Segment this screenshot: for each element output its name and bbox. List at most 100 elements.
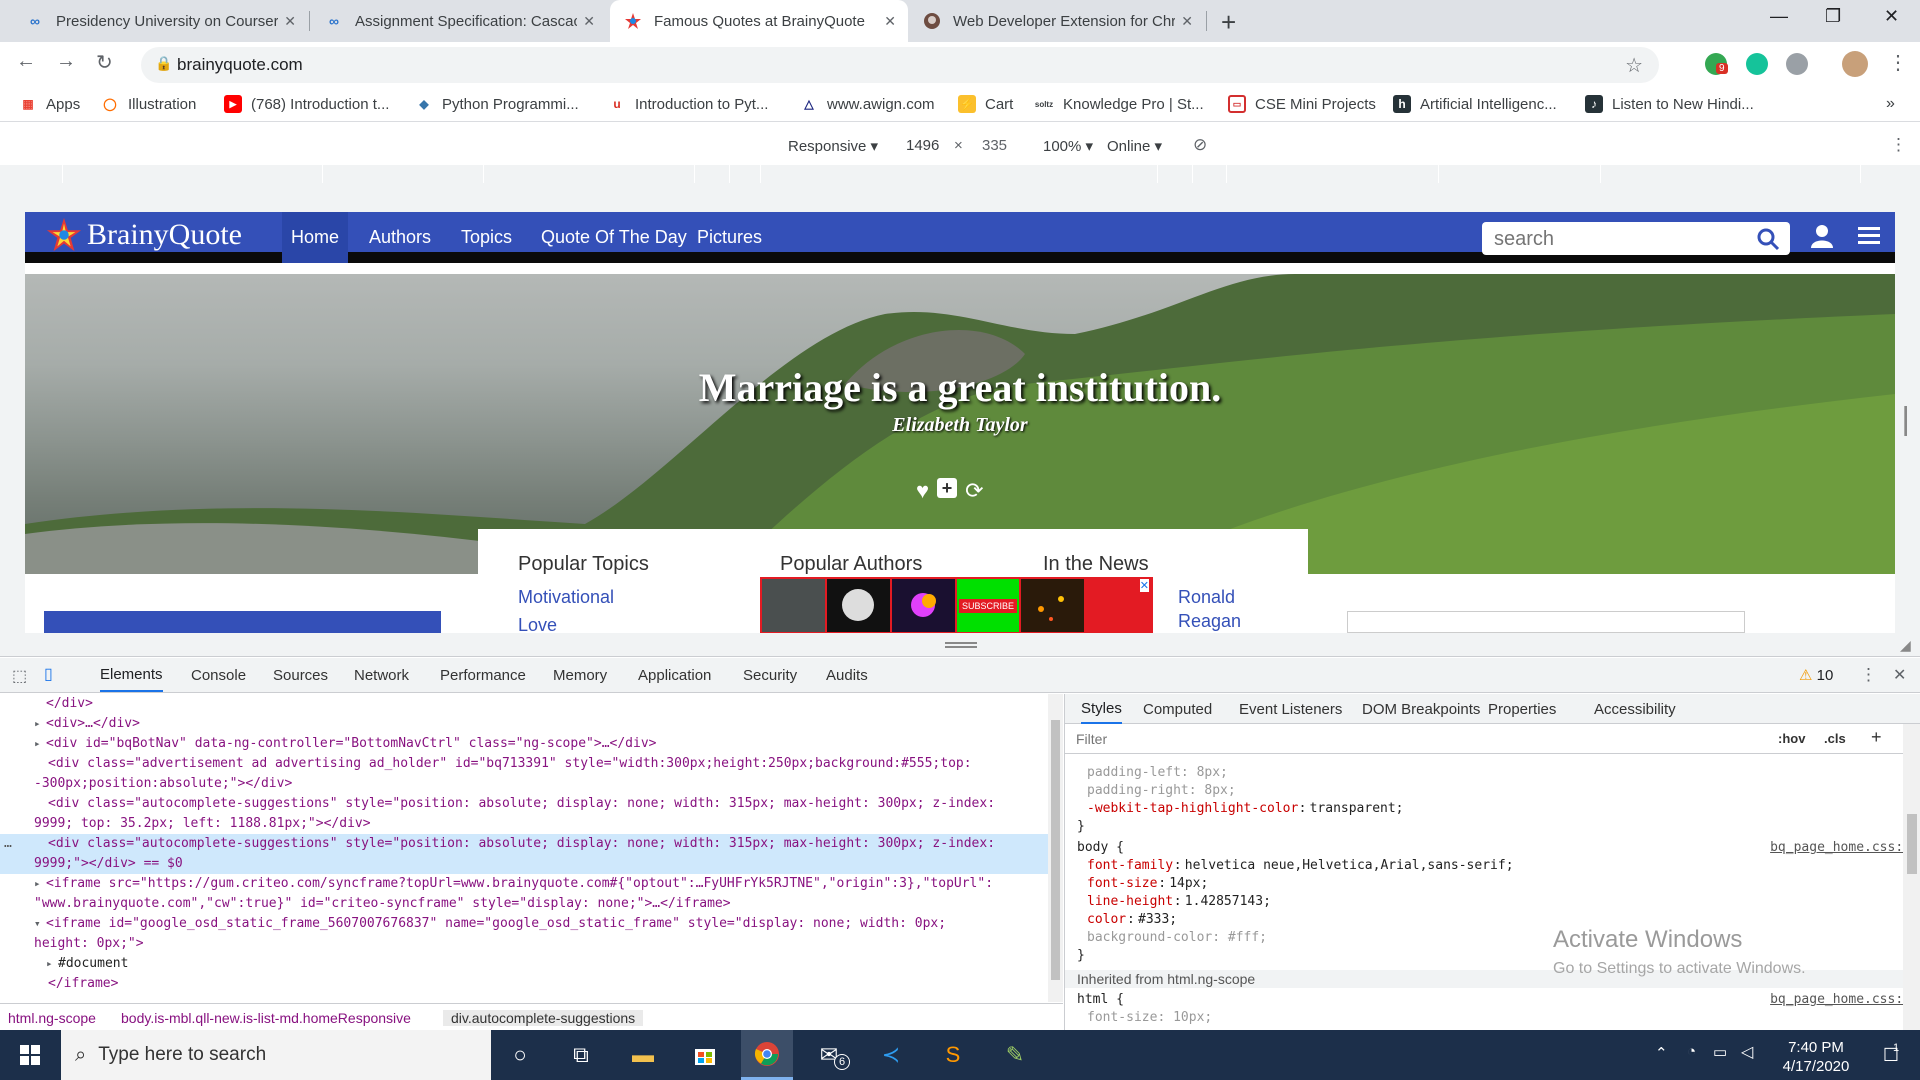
expand-arrow-icon[interactable]: ▸ bbox=[34, 734, 41, 754]
bookmark-item[interactable]: u Introduction to Pyt... bbox=[608, 95, 768, 113]
devtools-tab-console[interactable]: Console bbox=[191, 658, 246, 692]
throttle-select[interactable]: Online ▾ bbox=[1107, 137, 1162, 155]
accessibility-tab[interactable]: Accessibility bbox=[1594, 694, 1676, 724]
avatar[interactable] bbox=[1842, 51, 1868, 77]
site-search-input[interactable] bbox=[1494, 227, 1754, 251]
close-tab-icon[interactable]: ✕ bbox=[583, 13, 595, 30]
dom-node-line[interactable]: "www.brainyquote.com","cw":true}" id="cr… bbox=[0, 894, 1048, 914]
node-menu-icon[interactable]: … bbox=[4, 834, 12, 854]
css-property-line[interactable]: color #333;: bbox=[1065, 911, 1920, 929]
back-icon[interactable]: ← bbox=[16, 50, 36, 73]
viewport-resize-handle[interactable] bbox=[1904, 406, 1907, 436]
corner-resize-icon[interactable]: ◢ bbox=[1900, 637, 1911, 654]
nav-authors[interactable]: Authors bbox=[360, 212, 440, 263]
bookmark-item[interactable]: ▭ CSE Mini Projects bbox=[1228, 95, 1376, 113]
wifi-icon[interactable]: ◔ bbox=[1687, 1043, 1696, 1060]
hamburger-menu-icon[interactable] bbox=[1858, 227, 1880, 245]
css-property-name[interactable]: font-family bbox=[1087, 857, 1173, 875]
maximize-icon[interactable]: ❐ bbox=[1825, 6, 1841, 27]
elements-scrollbar[interactable] bbox=[1048, 694, 1063, 1002]
shield-extension-icon[interactable]: 9 bbox=[1705, 53, 1728, 75]
styles-filter-input[interactable] bbox=[1076, 729, 1766, 749]
bookmark-item[interactable]: soltz Knowledge Pro | St... bbox=[1034, 95, 1204, 113]
menu-kebab-icon[interactable]: ⋮ bbox=[1888, 50, 1908, 75]
dom-node-line[interactable]: 9999; top: 35.2px; left: 1188.81px;"></d… bbox=[0, 814, 1048, 834]
expand-arrow-icon[interactable]: ▸ bbox=[46, 954, 53, 974]
rotate-icon[interactable]: ⊘ bbox=[1193, 135, 1207, 155]
dom-node-line[interactable]: -300px;position:absolute;"></div> bbox=[0, 774, 1048, 794]
css-property-line[interactable]: font-size 14px;: bbox=[1065, 875, 1920, 893]
css-property-line[interactable]: padding-right: 8px; bbox=[1065, 782, 1920, 800]
refresh-icon[interactable]: ⟳ bbox=[965, 478, 983, 504]
chrome-icon[interactable] bbox=[741, 1030, 793, 1080]
close-tab-icon[interactable]: ✕ bbox=[884, 13, 896, 30]
devtools-tab-sources[interactable]: Sources bbox=[273, 658, 328, 692]
css-property-value[interactable]: 1.42857143; bbox=[1185, 893, 1271, 911]
grammarly-icon[interactable] bbox=[1746, 53, 1768, 75]
css-property-value[interactable]: helvetica neue,Helvetica,Arial,sans-seri… bbox=[1185, 857, 1514, 875]
taskbar-search[interactable]: ⌕ Type here to search bbox=[61, 1030, 491, 1080]
devtools-tab-memory[interactable]: Memory bbox=[553, 658, 607, 692]
dom-node-line[interactable]: ▾ <iframe id="google_osd_static_frame_560… bbox=[0, 914, 1048, 934]
hov-toggle[interactable]: :hov bbox=[1778, 731, 1805, 746]
bookmark-apps[interactable]: ▦ Apps bbox=[19, 95, 80, 113]
css-property-value[interactable]: 14px; bbox=[1169, 875, 1208, 893]
dom-node-line[interactable]: <div class="autocomplete-suggestions" st… bbox=[0, 794, 1048, 814]
nav-topics[interactable]: Topics bbox=[452, 212, 521, 263]
dom-node-line[interactable]: height: 0px;"> bbox=[0, 934, 1048, 954]
event-listeners-tab[interactable]: Event Listeners bbox=[1239, 694, 1342, 724]
css-property-value[interactable]: #333; bbox=[1138, 911, 1177, 929]
dom-node-line[interactable]: </iframe> bbox=[0, 974, 1048, 994]
user-icon[interactable] bbox=[1811, 224, 1833, 248]
bookmark-item[interactable]: ◯ Illustration bbox=[101, 95, 196, 113]
css-property-value[interactable]: transparent; bbox=[1310, 800, 1404, 818]
css-property-line[interactable]: font-size: 10px; bbox=[1065, 1009, 1920, 1027]
cls-toggle[interactable]: .cls bbox=[1824, 731, 1846, 746]
nav-quote-of-the-day[interactable]: Quote Of The Day bbox=[532, 212, 696, 263]
volume-icon[interactable]: ◁ bbox=[1741, 1042, 1753, 1062]
css-property-line[interactable]: padding-left: 8px; bbox=[1065, 764, 1920, 782]
show-hidden-icons[interactable]: ⌃ bbox=[1655, 1044, 1668, 1062]
devtools-tab-network[interactable]: Network bbox=[354, 658, 409, 692]
dom-node-line[interactable]: 9999;"></div> == $0 bbox=[0, 854, 1048, 874]
viewport-height-input[interactable]: 335 bbox=[982, 137, 1007, 154]
advertisement-banner[interactable]: SUBSCRIBE ✕ bbox=[760, 577, 1153, 633]
nav-home[interactable]: Home bbox=[282, 212, 349, 263]
search-icon[interactable] bbox=[1756, 227, 1780, 251]
browser-tab[interactable]: ∞ Presidency University on Courser ✕ bbox=[12, 0, 308, 42]
properties-tab[interactable]: Properties bbox=[1488, 694, 1556, 724]
site-logo[interactable]: BrainyQuote bbox=[45, 217, 242, 252]
device-toggle-icon[interactable]: ▯ bbox=[44, 664, 53, 684]
devtools-tab-application[interactable]: Application bbox=[638, 658, 711, 692]
forward-icon[interactable]: → bbox=[56, 50, 76, 73]
bookmark-item[interactable]: h Artificial Intelligenc... bbox=[1393, 95, 1557, 113]
reload-icon[interactable]: ↻ bbox=[96, 50, 113, 75]
dom-node-line[interactable]: ▸ <div>…</div> bbox=[0, 714, 1048, 734]
bookmark-star-icon[interactable]: ☆ bbox=[1625, 53, 1643, 78]
topic-link[interactable]: Love bbox=[518, 615, 557, 633]
computed-tab[interactable]: Computed bbox=[1143, 694, 1212, 724]
featured-quote[interactable]: Marriage is a great institution. bbox=[25, 364, 1895, 411]
css-source-link[interactable]: bq_page_home.css:4 bbox=[1770, 839, 1911, 857]
sublime-icon[interactable]: S bbox=[927, 1030, 979, 1080]
paint-icon[interactable]: ✎ bbox=[989, 1030, 1041, 1080]
dom-node-line[interactable]: ▸ <iframe src="https://gum.criteo.com/syn… bbox=[0, 874, 1048, 894]
device-mode-select[interactable]: Responsive ▾ bbox=[788, 137, 878, 155]
dom-node-line[interactable]: </div> bbox=[0, 694, 1048, 714]
bookmark-item[interactable]: ◆ Python Programmi... bbox=[415, 95, 578, 113]
browser-tab[interactable]: ∞ Assignment Specification: Cascac ✕ bbox=[311, 0, 607, 42]
bookmark-item[interactable]: ▶ (768) Introduction t... bbox=[224, 95, 389, 113]
devtools-splitter[interactable]: ◢ bbox=[0, 633, 1920, 657]
devtools-tab-performance[interactable]: Performance bbox=[440, 658, 526, 692]
notifications-icon[interactable]: ☐ 1 bbox=[1865, 1030, 1917, 1080]
heart-icon[interactable]: ♥ bbox=[916, 478, 929, 504]
task-view-icon[interactable]: ⧉ bbox=[555, 1030, 607, 1080]
css-property-name[interactable]: -webkit-tap-highlight-color bbox=[1087, 800, 1298, 818]
add-icon[interactable]: + bbox=[937, 478, 958, 498]
styles-tab[interactable]: Styles bbox=[1081, 694, 1122, 724]
css-property-line[interactable]: } bbox=[1065, 818, 1920, 836]
devtools-menu-icon[interactable]: ⋮ bbox=[1860, 665, 1877, 685]
device-options-icon[interactable]: ⋮ bbox=[1890, 135, 1907, 155]
gear-extension-icon[interactable] bbox=[1786, 53, 1808, 75]
browser-tab[interactable]: Web Developer Extension for Chr ✕ bbox=[909, 0, 1205, 42]
